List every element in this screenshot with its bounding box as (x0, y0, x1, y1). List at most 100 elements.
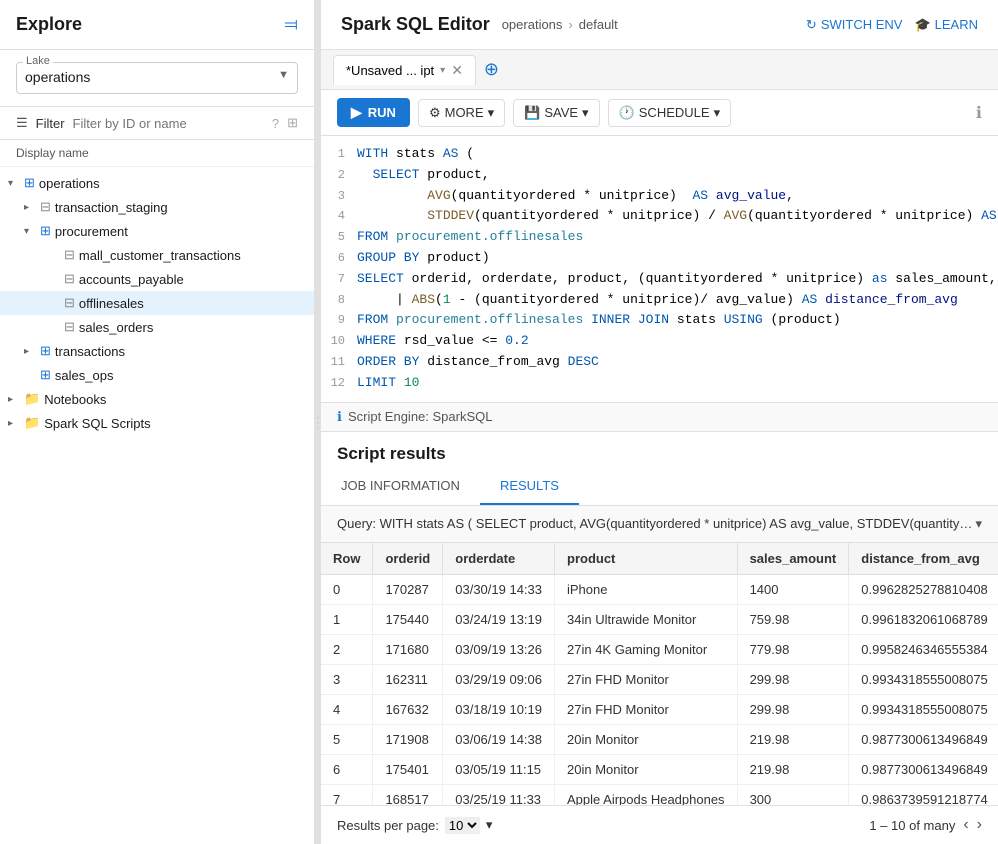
run-button[interactable]: ▶ RUN (337, 98, 410, 127)
learn-button[interactable]: 🎓 LEARN (914, 17, 978, 33)
cell-row: 1 (321, 604, 373, 634)
page-next-button[interactable]: › (977, 816, 982, 834)
folder-icon-notebooks: 📁 (24, 391, 40, 407)
breadcrumb-operations[interactable]: operations (502, 17, 563, 32)
table-header: Row orderid orderdate product sales_amou… (321, 543, 998, 575)
cell-distance_from_avg: 0.9934318555008075 (849, 694, 998, 724)
tab-add-button[interactable]: ⊕ (484, 59, 499, 80)
schedule-label: SCHEDULE (639, 105, 710, 120)
col-header-row: Row (321, 543, 373, 575)
tab-job-information[interactable]: JOB INFORMATION (321, 468, 480, 505)
query-info-text: Query: WITH stats AS ( SELECT product, A… (337, 516, 975, 531)
table-row: 617540103/05/19 11:1520in Monitor219.980… (321, 754, 998, 784)
cell-distance_from_avg: 0.9958246346555384 (849, 634, 998, 664)
page-prev-button[interactable]: ‹ (963, 816, 968, 834)
tree-item-transaction-staging[interactable]: ▸ ⊟ transaction_staging (0, 195, 314, 219)
sidebar-collapse-button[interactable]: ⫤ (284, 14, 298, 35)
code-line-9: 9 FROM procurement.offlinesales INNER JO… (321, 310, 998, 331)
tree-item-mall-customer-transactions[interactable]: ▸ ⊟ mall_customer_transactions (0, 243, 314, 267)
filter-help-icon[interactable]: ? (272, 116, 279, 131)
arrow-icon-notebooks: ▸ (8, 394, 24, 405)
run-label: RUN (368, 105, 396, 120)
cell-product: 27in 4K Gaming Monitor (555, 634, 738, 664)
cell-product: 27in FHD Monitor (555, 694, 738, 724)
more-button[interactable]: ⚙ MORE ▾ (418, 99, 505, 127)
folder-icon-spark-sql-scripts: 📁 (24, 415, 40, 431)
cell-orderid: 175401 (373, 754, 443, 784)
learn-icon: 🎓 (914, 17, 930, 33)
save-label: SAVE (544, 105, 578, 120)
more-gear-icon: ⚙ (429, 105, 441, 121)
table-row: 716851703/25/19 11:33Apple Airpods Headp… (321, 784, 998, 805)
cell-distance_from_avg: 0.9877300613496849 (849, 754, 998, 784)
cell-row: 4 (321, 694, 373, 724)
cell-distance_from_avg: 0.9961832061068789 (849, 604, 998, 634)
cell-product: 34in Ultrawide Monitor (555, 604, 738, 634)
save-icon: 💾 (524, 105, 540, 121)
code-editor[interactable]: 1 WITH stats AS ( 2 SELECT product, 3 AV… (321, 136, 998, 403)
top-header: Spark SQL Editor operations › default ↻ … (321, 0, 998, 50)
tree: ▾ ⊞ operations ▸ ⊟ transaction_staging ▾… (0, 167, 314, 844)
cell-orderdate: 03/18/19 10:19 (443, 694, 555, 724)
col-header-orderdate: orderdate (443, 543, 555, 575)
table-row: 217168003/09/19 13:2627in 4K Gaming Moni… (321, 634, 998, 664)
switch-env-label: SWITCH ENV (821, 17, 903, 32)
code-line-10: 10 WHERE rsd_value <= 0.2 (321, 331, 998, 352)
tree-item-transactions[interactable]: ▸ ⊞ transactions (0, 339, 314, 363)
table-icon: ⊟ (40, 199, 51, 215)
table-row: 117544003/24/19 13:1934in Ultrawide Moni… (321, 604, 998, 634)
code-line-7: 7 SELECT orderid, orderdate, product, (q… (321, 269, 998, 290)
results-tabs: JOB INFORMATION RESULTS (321, 468, 998, 506)
learn-label: LEARN (935, 17, 978, 32)
breadcrumb-default[interactable]: default (579, 17, 618, 32)
tree-item-procurement[interactable]: ▾ ⊞ procurement (0, 219, 314, 243)
tab-unsaved[interactable]: *Unsaved ... ipt ▾ ✕ (333, 55, 476, 85)
schedule-button[interactable]: 🕐 SCHEDULE ▾ (608, 99, 732, 127)
arrow-icon-transactions: ▸ (24, 346, 40, 357)
tab-dropdown-icon[interactable]: ▾ (440, 65, 445, 76)
per-page-select[interactable]: 10 25 50 (445, 817, 480, 834)
cell-orderdate: 03/06/19 14:38 (443, 724, 555, 754)
display-name-header: Display name (0, 140, 314, 167)
filter-grid-icon[interactable]: ⊞ (287, 115, 298, 131)
tree-item-offlinesales[interactable]: ▸ ⊟ offlinesales (0, 291, 314, 315)
cell-sales_amount: 219.98 (737, 724, 849, 754)
tree-item-operations[interactable]: ▾ ⊞ operations (0, 171, 314, 195)
tree-item-spark-sql-scripts[interactable]: ▸ 📁 Spark SQL Scripts (0, 411, 314, 435)
tree-item-sales-ops[interactable]: ▸ ⊞ sales_ops (0, 363, 314, 387)
save-button[interactable]: 💾 SAVE ▾ (513, 99, 599, 127)
tab-close-button[interactable]: ✕ (451, 62, 463, 79)
cell-product: iPhone (555, 574, 738, 604)
results-table-wrapper[interactable]: Row orderid orderdate product sales_amou… (321, 543, 998, 805)
tab-results[interactable]: RESULTS (480, 468, 579, 505)
table-icon: ⊟ (64, 319, 75, 335)
tree-item-accounts-payable[interactable]: ▸ ⊟ accounts_payable (0, 267, 314, 291)
tab-label: *Unsaved ... ipt (346, 63, 434, 78)
filter-input[interactable] (73, 116, 264, 131)
col-header-sales-amount: sales_amount (737, 543, 849, 575)
col-header-orderid: orderid (373, 543, 443, 575)
lake-select[interactable]: operations (25, 65, 289, 85)
tree-item-label: accounts_payable (79, 272, 184, 287)
col-header-product: product (555, 543, 738, 575)
cell-row: 0 (321, 574, 373, 604)
arrow-icon-spark-sql-scripts: ▸ (8, 418, 24, 429)
tree-item-notebooks[interactable]: ▸ 📁 Notebooks (0, 387, 314, 411)
results-tbody: 017028703/30/19 14:33iPhone14000.9962825… (321, 574, 998, 805)
more-label: MORE (445, 105, 484, 120)
switch-env-button[interactable]: ↻ SWITCH ENV (806, 17, 903, 33)
page-range: 1 – 10 of many (869, 818, 955, 833)
run-play-icon: ▶ (351, 104, 362, 121)
cell-orderdate: 03/24/19 13:19 (443, 604, 555, 634)
query-info-bar: Query: WITH stats AS ( SELECT product, A… (321, 506, 998, 543)
info-button[interactable]: ℹ (976, 103, 982, 123)
app-title: Spark SQL Editor (341, 14, 490, 35)
main-content: Spark SQL Editor operations › default ↻ … (321, 0, 998, 844)
cell-sales_amount: 759.98 (737, 604, 849, 634)
code-line-1: 1 WITH stats AS ( (321, 144, 998, 165)
cell-product: 27in FHD Monitor (555, 664, 738, 694)
code-line-4: 4 STDDEV(quantityordered * unitprice) / … (321, 206, 998, 227)
query-info-dropdown-icon[interactable]: ▾ (975, 516, 982, 532)
tree-item-sales-orders[interactable]: ▸ ⊟ sales_orders (0, 315, 314, 339)
per-page-label: Results per page: (337, 818, 439, 833)
